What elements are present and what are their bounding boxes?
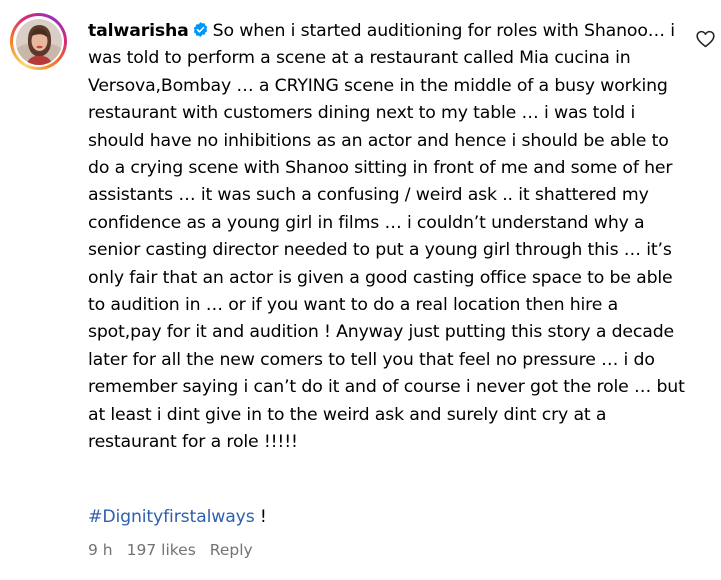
hashtag-link[interactable]: #Dignityfirstalways [88, 507, 255, 527]
likes-count[interactable]: 197 likes [127, 541, 196, 559]
avatar[interactable] [10, 13, 67, 70]
reply-button[interactable]: Reply [210, 541, 253, 559]
username-link[interactable]: talwarisha [88, 21, 189, 41]
hashtag-suffix: ! [254, 507, 267, 527]
comment-time[interactable]: 9 h [88, 541, 113, 559]
profile-photo [15, 18, 62, 65]
comment-meta: 9 h 197 likes Reply [88, 541, 253, 559]
comment-text: So when i started auditioning for roles … [88, 21, 685, 453]
verified-badge-icon [193, 22, 207, 37]
comment-body: talwarisha So when i started auditioning … [88, 18, 690, 457]
hashtag-line: #Dignityfirstalways ! [88, 504, 267, 531]
heart-outline-icon[interactable] [696, 30, 715, 48]
